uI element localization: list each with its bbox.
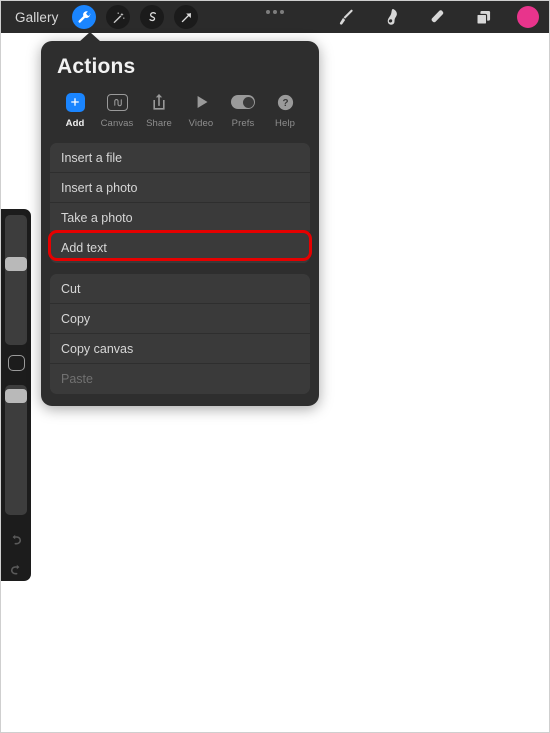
selection-button[interactable]	[140, 5, 165, 29]
undo-arrow-icon	[12, 534, 22, 545]
panel-caret-pointer	[79, 32, 101, 42]
tab-share[interactable]: Share	[139, 91, 179, 129]
layers-icon	[475, 10, 490, 25]
transform-button[interactable]	[174, 5, 199, 29]
dot-3	[280, 10, 284, 14]
smudge-button[interactable]	[379, 5, 403, 29]
left-sidebar	[1, 209, 31, 581]
tab-canvas[interactable]: Canvas	[97, 91, 137, 129]
menu-item-cut[interactable]: Cut	[50, 274, 310, 304]
canvas-glyph	[106, 91, 128, 113]
menu-item-add-text[interactable]: Add text	[50, 233, 310, 263]
tab-prefs-label: Prefs	[231, 118, 255, 129]
smudge-icon	[387, 8, 397, 25]
canvas-icon	[106, 93, 128, 111]
toolbar-left-group: Gallery	[1, 5, 199, 29]
paintbrush-button[interactable]	[333, 5, 357, 29]
redo-button[interactable]	[4, 559, 28, 581]
actions-panel: Actions Add Canvas Share Video Prefs ? H…	[41, 32, 319, 406]
tab-help[interactable]: ? Help	[265, 91, 305, 129]
menu-item-copy-canvas[interactable]: Copy canvas	[50, 334, 310, 364]
tab-help-label: Help	[275, 118, 295, 129]
share-glyph	[151, 91, 167, 113]
brush-size-slider-knob[interactable]	[5, 257, 27, 271]
undo-button[interactable]	[4, 529, 28, 551]
menu-group-clipboard: Cut Copy Copy canvas Paste	[50, 274, 310, 394]
tab-video-label: Video	[188, 118, 214, 129]
actions-wrench-button[interactable]	[72, 5, 97, 29]
menu-group-insert: Insert a file Insert a photo Take a phot…	[50, 143, 310, 263]
gallery-button[interactable]: Gallery	[15, 10, 58, 25]
menu-item-paste: Paste	[50, 364, 310, 394]
menu-item-insert-a-photo[interactable]: Insert a photo	[50, 173, 310, 203]
brush-opacity-slider-knob[interactable]	[5, 388, 27, 403]
modify-button[interactable]	[7, 354, 25, 371]
tab-prefs[interactable]: Prefs	[223, 91, 263, 129]
eraser-button[interactable]	[425, 5, 449, 29]
add-plus-icon	[65, 92, 85, 112]
tab-share-label: Share	[146, 118, 172, 129]
procreate-app-window: Gallery Actions Add Canvas Share Video P…	[0, 0, 550, 733]
help-question-icon: ?	[277, 94, 293, 110]
dot-1	[266, 10, 270, 14]
panel-title: Actions	[57, 55, 136, 78]
add-glyph	[65, 91, 85, 113]
actions-tab-row: Add Canvas Share Video Prefs ? Help	[41, 91, 319, 143]
help-glyph: ?	[276, 91, 295, 113]
prefs-toggle-icon	[231, 95, 255, 109]
brush-opacity-slider[interactable]	[5, 384, 27, 515]
brush-size-slider[interactable]	[5, 215, 27, 345]
menu-item-copy[interactable]: Copy	[50, 304, 310, 334]
more-options-dots[interactable]	[266, 10, 284, 14]
menu-item-take-a-photo[interactable]: Take a photo	[50, 203, 310, 233]
tab-add[interactable]: Add	[55, 91, 95, 129]
wrench-icon	[78, 10, 91, 23]
top-toolbar: Gallery	[1, 1, 549, 33]
redo-arrow-icon	[10, 564, 20, 575]
prefs-glyph	[231, 91, 255, 113]
video-glyph	[193, 91, 210, 113]
adjustments-wand-button[interactable]	[106, 5, 131, 29]
toolbar-right-group	[333, 1, 539, 33]
transform-arrow-icon	[181, 12, 191, 22]
menu-item-insert-a-file[interactable]: Insert a file	[50, 143, 310, 173]
eraser-icon	[431, 9, 443, 22]
paintbrush-icon	[339, 9, 353, 25]
tab-canvas-label: Canvas	[100, 118, 134, 129]
tab-video[interactable]: Video	[181, 91, 221, 129]
share-upload-icon	[153, 94, 165, 110]
plus-icon	[71, 98, 79, 106]
magic-wand-icon	[113, 11, 125, 23]
dot-2	[273, 10, 277, 14]
layers-button[interactable]	[471, 5, 495, 29]
color-swatch-button[interactable]	[517, 6, 539, 28]
video-play-icon	[197, 95, 208, 109]
tab-add-label: Add	[65, 118, 85, 129]
svg-text:?: ?	[282, 98, 288, 109]
selection-s-icon	[149, 11, 156, 21]
canvas-wave-icon	[113, 98, 122, 106]
